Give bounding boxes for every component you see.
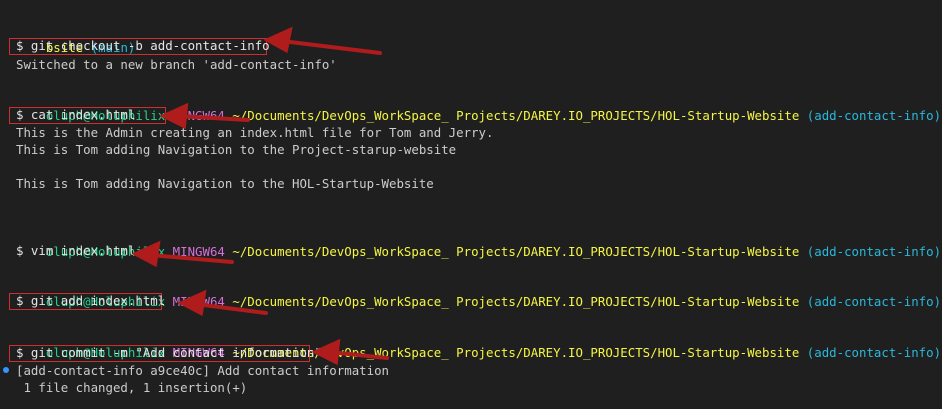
branch-name: (add-contact-info) (806, 108, 942, 123)
prompt-header: oluph@Holuphilix MINGW64 ~/Documents/Dev… (16, 90, 941, 123)
command-git-commit: $ git commit -m "Add contact information… (16, 345, 322, 360)
branch-name: (add-contact-info) (806, 345, 942, 360)
command-git-add: $ git add index.html (16, 293, 166, 308)
shell-name: MINGW64 (172, 294, 225, 309)
output-line: This is the Admin creating an index.html… (16, 125, 494, 140)
prompt-header: oluph@Holuphilix MINGW64 ~/Documents/Dev… (16, 327, 941, 360)
command-vim: $ vim index.html (16, 243, 136, 258)
branch-name: (add-contact-info) (806, 244, 942, 259)
output-line: This is Tom adding Navigation to the HOL… (16, 176, 434, 191)
prompt-header: oluph@Holuphilix MINGW64 ~/Documents/Dev… (16, 226, 941, 259)
output-line: Switched to a new branch 'add-contact-in… (16, 57, 337, 72)
working-path: ~/Documents/DevOps_WorkSpace_ Projects/D… (232, 244, 800, 259)
shell-name: MINGW64 (172, 244, 225, 259)
output-line: 1 file changed, 1 insertion(+) (16, 380, 248, 395)
annotation-arrow-icon (280, 39, 382, 55)
shell-name: MINGW64 (172, 108, 225, 123)
output-line: This is Tom adding Navigation to the Pro… (16, 142, 457, 157)
command-status-dot-icon[interactable] (3, 367, 9, 373)
terminal-output[interactable]: bsite (main) $ git checkout -b add-conta… (0, 0, 942, 409)
prompt-header-main: bsite (main) (16, 22, 136, 55)
working-path: ~/Documents/DevOps_WorkSpace_ Projects/D… (232, 294, 800, 309)
command-git-checkout: $ git checkout -b add-contact-info (16, 38, 270, 53)
output-line: [add-contact-info a9ce40c] Add contact i… (16, 363, 389, 378)
command-cat: $ cat index.html (16, 107, 136, 122)
arrow-head-icon (263, 26, 293, 54)
prompt-header: oluph@Holuphilix MINGW64 ~/Documents/Dev… (16, 276, 941, 309)
branch-name: (add-contact-info) (806, 294, 942, 309)
working-path: ~/Documents/DevOps_WorkSpace_ Projects/D… (232, 108, 800, 123)
